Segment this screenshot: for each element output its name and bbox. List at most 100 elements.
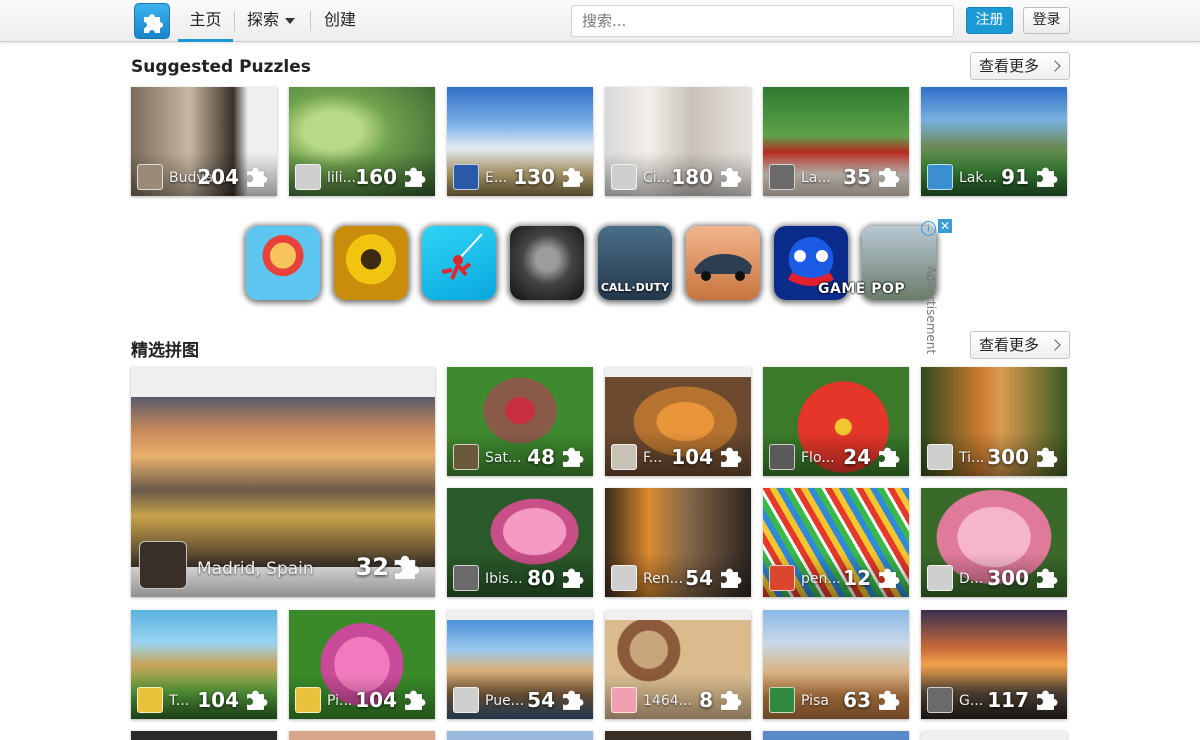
puzzle-card[interactable]: Pisa 63 <box>763 610 909 719</box>
puzzle-card[interactable]: Madrid, Spain 32 <box>131 367 435 597</box>
puzzle-card[interactable] <box>921 731 1067 740</box>
puzzle-card[interactable]: F... 104 <box>605 367 751 476</box>
piece-count: 180 <box>671 165 713 189</box>
puzzle-card[interactable]: 1464... 8 <box>605 610 751 719</box>
puzzle-card[interactable] <box>289 731 435 740</box>
avatar[interactable] <box>137 164 163 190</box>
nav-create-tab[interactable]: 创建 <box>324 0 356 42</box>
top-navigation-bar: 主页 探索 创建 注册 登录 <box>0 0 1200 42</box>
avatar[interactable] <box>927 565 953 591</box>
avatar[interactable] <box>295 687 321 713</box>
puzzle-piece-icon <box>876 162 904 190</box>
puzzle-card[interactable] <box>763 731 909 740</box>
avatar[interactable] <box>453 565 479 591</box>
chevron-right-icon <box>1049 60 1061 72</box>
piece-count: 54 <box>685 566 713 590</box>
piece-count: 8 <box>699 688 713 712</box>
puzzle-card[interactable]: G... 117 <box>921 610 1067 719</box>
ad-game-call-of-duty[interactable]: CALL·DUTY <box>598 226 672 300</box>
avatar[interactable] <box>453 687 479 713</box>
puzzle-name: Madrid, Spain <box>197 559 314 579</box>
avatar[interactable] <box>453 444 479 470</box>
avatar[interactable] <box>769 444 795 470</box>
piece-count: 300 <box>987 445 1029 469</box>
nav-home-tab[interactable]: 主页 <box>178 0 233 42</box>
piece-count: 48 <box>527 445 555 469</box>
puzzle-card[interactable]: Ti... 300 <box>921 367 1067 476</box>
avatar[interactable] <box>137 687 163 713</box>
piece-count: 300 <box>987 566 1029 590</box>
see-more-label: 查看更多 <box>979 57 1040 75</box>
puzzle-card[interactable]: Ibis... 80 <box>447 488 593 597</box>
car-icon <box>694 254 752 281</box>
avatar[interactable] <box>927 164 953 190</box>
avatar[interactable] <box>927 687 953 713</box>
puzzle-card[interactable]: Ci... 180 <box>605 87 751 196</box>
puzzle-piece-icon <box>560 563 588 591</box>
puzzle-piece-icon <box>876 442 904 470</box>
puzzle-piece-icon <box>876 563 904 591</box>
puzzle-card[interactable] <box>605 731 751 740</box>
suggested-see-more-button[interactable]: 查看更多 <box>970 52 1070 80</box>
piece-count: 130 <box>513 165 555 189</box>
avatar[interactable] <box>769 565 795 591</box>
puzzle-piece-icon <box>1034 162 1062 190</box>
puzzle-piece-icon <box>1034 442 1062 470</box>
avatar[interactable] <box>769 687 795 713</box>
avatar[interactable] <box>139 541 187 589</box>
puzzle-piece-icon <box>402 685 430 713</box>
avatar[interactable] <box>611 565 637 591</box>
ad-game-temple-run[interactable] <box>334 226 408 300</box>
puzzle-card[interactable]: Budva... 204 <box>131 87 277 196</box>
piece-count: 35 <box>843 165 871 189</box>
nav-home-label: 主页 <box>189 10 222 29</box>
piece-count: 104 <box>197 688 239 712</box>
puzzle-card[interactable]: pen... 12 <box>763 488 909 597</box>
puzzle-logo-icon[interactable] <box>134 3 170 39</box>
avatar[interactable] <box>769 164 795 190</box>
piece-count: 12 <box>843 566 871 590</box>
close-icon[interactable]: ✕ <box>938 219 952 233</box>
piece-count: 80 <box>527 566 555 590</box>
avatar[interactable] <box>611 164 637 190</box>
search-input[interactable] <box>571 5 954 37</box>
puzzle-name: 1464... <box>643 693 692 709</box>
puzzle-card[interactable] <box>447 731 593 740</box>
info-icon[interactable]: i <box>921 221 936 236</box>
puzzle-card[interactable]: Lak... 91 <box>921 87 1067 196</box>
puzzle-piece-icon <box>718 442 746 470</box>
piece-count: 160 <box>355 165 397 189</box>
puzzle-piece-icon <box>391 549 425 583</box>
puzzle-card[interactable]: Flo... 24 <box>763 367 909 476</box>
piece-count: 32 <box>355 553 389 581</box>
puzzle-card[interactable]: lili... 160 <box>289 87 435 196</box>
ad-game-car-racing[interactable] <box>686 226 760 300</box>
piece-count: 63 <box>843 688 871 712</box>
puzzle-piece-icon <box>718 162 746 190</box>
ad-game-granny[interactable] <box>510 226 584 300</box>
puzzle-card[interactable]: T... 104 <box>131 610 277 719</box>
puzzle-card[interactable]: Sat... 48 <box>447 367 593 476</box>
puzzle-piece-icon <box>1034 685 1062 713</box>
featured-see-more-button[interactable]: 查看更多 <box>970 331 1070 359</box>
puzzle-card[interactable]: La... 35 <box>763 87 909 196</box>
login-button[interactable]: 登录 <box>1023 7 1070 34</box>
avatar[interactable] <box>927 444 953 470</box>
avatar[interactable] <box>453 164 479 190</box>
avatar[interactable] <box>611 687 637 713</box>
nav-explore-menu[interactable]: 探索 <box>247 0 296 42</box>
puzzle-piece-icon <box>718 563 746 591</box>
puzzle-card[interactable]: Pue... 54 <box>447 610 593 719</box>
puzzle-card[interactable]: Ren... 54 <box>605 488 751 597</box>
puzzle-card[interactable]: Pi... 104 <box>289 610 435 719</box>
gamepop-brand-logo: GAME POP <box>818 281 906 297</box>
puzzle-card[interactable] <box>131 731 277 740</box>
suggested-puzzles-title: Suggested Puzzles <box>131 57 311 77</box>
avatar[interactable] <box>611 444 637 470</box>
ad-game-subway-surfers[interactable] <box>246 226 320 300</box>
ad-game-stickman-hook[interactable] <box>422 226 496 300</box>
register-button[interactable]: 注册 <box>966 7 1013 34</box>
avatar[interactable] <box>295 164 321 190</box>
puzzle-card[interactable]: E... 130 <box>447 87 593 196</box>
puzzle-card[interactable]: D... 300 <box>921 488 1067 597</box>
